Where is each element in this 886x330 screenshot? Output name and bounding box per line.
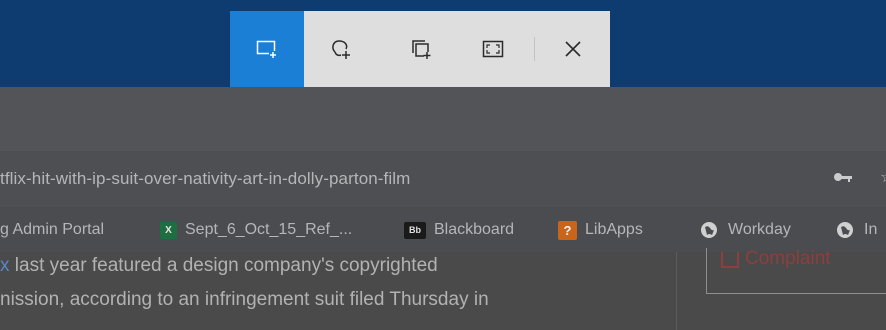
article-link[interactable]: x — [0, 255, 10, 276]
fullscreen-snip-button[interactable] — [456, 11, 530, 87]
globe-icon — [701, 222, 717, 238]
sidebar-divider — [676, 252, 677, 330]
document-icon — [721, 252, 739, 268]
article-text: last year featured a design company's co… — [9, 255, 438, 276]
excel-icon: X — [160, 221, 177, 239]
bookmark-in[interactable]: In — [836, 219, 877, 241]
address-url[interactable]: tflix-hit-with-ip-suit-over-nativity-art… — [0, 169, 410, 189]
bookmark-sept-ref[interactable]: X Sept_6_Oct_15_Ref_... — [160, 219, 352, 241]
bookmark-admin-portal[interactable]: g Admin Portal — [0, 219, 104, 241]
bookmark-workday[interactable]: Workday — [700, 219, 791, 241]
freeform-snip-button[interactable] — [304, 11, 378, 87]
star-icon[interactable]: ☆ — [880, 167, 886, 187]
article-line-2: nission, according to an infringement su… — [0, 289, 489, 310]
bookmark-label: In — [864, 221, 878, 238]
bookmark-label: g Admin Portal — [0, 221, 105, 238]
window-snip-icon — [412, 40, 432, 60]
bookmark-label: Sept_6_Oct_15_Ref_... — [185, 221, 353, 238]
globe-icon — [837, 222, 853, 238]
close-icon — [565, 41, 581, 57]
bookmark-label: Blackboard — [434, 221, 515, 238]
complaint-link[interactable]: Complaint — [745, 248, 831, 270]
key-icon[interactable] — [833, 171, 853, 185]
article-body: x last year featured a design company's … — [0, 252, 676, 330]
bookmarks-bar: g Admin Portal X Sept_6_Oct_15_Ref_... B… — [0, 207, 886, 252]
close-snip-button[interactable] — [536, 11, 610, 87]
blackboard-icon: Bb — [404, 221, 426, 239]
bookmark-blackboard[interactable]: Bb Blackboard — [404, 219, 514, 241]
fullscreen-snip-icon — [482, 40, 504, 58]
article-line-1: x last year featured a design company's … — [0, 255, 438, 277]
libapps-icon: ? — [558, 220, 577, 240]
bookmark-libapps[interactable]: ? LibApps — [558, 219, 643, 241]
bookmark-label: Workday — [728, 221, 791, 238]
browser-tab-strip — [0, 87, 886, 151]
complaint-link-box[interactable]: Complaint — [706, 248, 886, 294]
address-bar[interactable]: tflix-hit-with-ip-suit-over-nativity-art… — [0, 151, 886, 207]
window-snip-button[interactable] — [384, 11, 458, 87]
rectangular-snip-button[interactable] — [230, 11, 304, 87]
freeform-snip-icon — [332, 40, 350, 59]
toolbar-divider — [534, 37, 535, 61]
snip-toolbar — [230, 11, 610, 87]
bookmark-label: LibApps — [585, 221, 643, 238]
page-content: x last year featured a design company's … — [0, 248, 886, 330]
rectangle-snip-icon — [256, 40, 278, 59]
